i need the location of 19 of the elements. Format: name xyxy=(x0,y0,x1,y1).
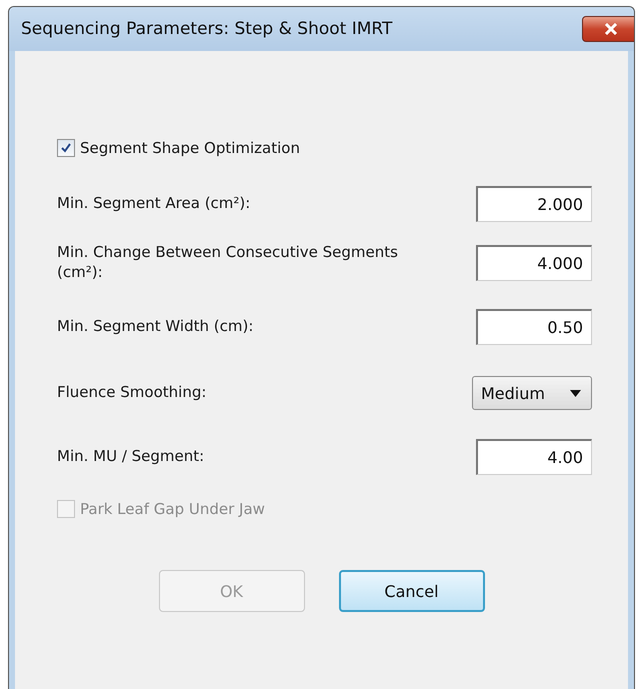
field-label: Min. Change Between Consecutive Segments (cm²): xyxy=(57,243,399,282)
field-label: Min. Segment Area (cm²): xyxy=(57,194,250,214)
close-icon xyxy=(604,23,618,35)
checkbox-label: Segment Shape Optimization xyxy=(80,139,300,157)
field-label: Min. Segment Width (cm): xyxy=(57,317,254,337)
close-button[interactable] xyxy=(582,16,634,42)
field-label: Fluence Smoothing: xyxy=(57,383,206,403)
number-field[interactable]: 4.000 xyxy=(476,244,592,280)
checkbox-label: Park Leaf Gap Under Jaw xyxy=(80,500,265,518)
number-field[interactable]: 4.00 xyxy=(476,439,592,475)
caret-icon xyxy=(570,390,581,396)
number-field[interactable]: 2.000 xyxy=(476,186,592,222)
number-field[interactable]: 0.50 xyxy=(476,309,592,345)
check-icon xyxy=(60,142,72,154)
field-label: Min. MU / Segment: xyxy=(57,447,204,467)
dropdown[interactable]: Medium xyxy=(472,376,592,410)
dialog-button[interactable]: Cancel xyxy=(338,570,484,612)
window-title: Sequencing Parameters: Step & Shoot IMRT xyxy=(21,19,392,39)
checkbox[interactable] xyxy=(57,139,75,157)
